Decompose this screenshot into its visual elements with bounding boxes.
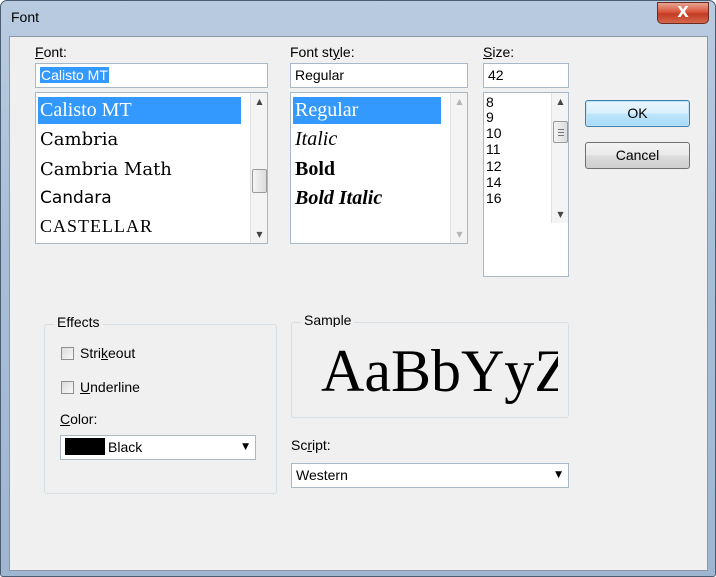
font-list-item-castellar[interactable]: CASTELLAR xyxy=(38,213,153,240)
font-label: Font: xyxy=(35,44,67,60)
size-input[interactable]: 42 xyxy=(483,63,569,88)
font-name-input-value: Calisto MT xyxy=(40,67,109,83)
effects-group xyxy=(44,324,277,494)
underline-checkbox[interactable] xyxy=(61,381,74,394)
script-label: Script: xyxy=(291,437,331,453)
size-item-10[interactable]: 10 xyxy=(486,126,502,140)
title-bar[interactable]: Font X xyxy=(1,1,715,35)
color-select[interactable]: Black ▼ xyxy=(60,435,256,460)
font-style-item-regular[interactable]: Regular xyxy=(293,97,441,124)
close-icon: X xyxy=(677,3,689,21)
size-item-14[interactable]: 14 xyxy=(486,175,502,189)
font-style-list-scrollbar[interactable]: ▲ ▼ xyxy=(450,93,467,243)
font-list-scrollbar[interactable]: ▲ ▼ xyxy=(250,93,267,243)
down-arrow-icon[interactable]: ▼ xyxy=(552,206,568,223)
size-list-scrollbar[interactable]: ▲ ▼ xyxy=(551,93,568,223)
font-style-input[interactable]: Regular xyxy=(290,63,468,88)
sample-preview: AaBbYyZz xyxy=(293,327,558,415)
up-arrow-icon[interactable]: ▲ xyxy=(251,93,267,110)
font-list-item-candara[interactable]: Candara xyxy=(38,185,112,212)
size-list[interactable]: 8 9 10 11 12 14 16 ▲ ▼ xyxy=(483,92,569,277)
dropdown-arrow-icon: ▼ xyxy=(242,442,249,452)
color-select-value: Black xyxy=(108,439,143,455)
font-style-item-italic[interactable]: Italic xyxy=(293,126,337,153)
font-list[interactable]: Calisto MT Cambria Cambria Math Candara … xyxy=(35,92,268,244)
strikeout-checkbox[interactable] xyxy=(61,347,74,360)
close-button[interactable]: X xyxy=(657,2,709,24)
size-item-9[interactable]: 9 xyxy=(486,110,494,124)
strikeout-label[interactable]: Strikeout xyxy=(80,345,135,361)
underline-label[interactable]: Underline xyxy=(80,379,140,395)
sample-text: AaBbYyZz xyxy=(321,338,558,404)
sample-group-title: Sample xyxy=(301,312,355,328)
color-label: Color: xyxy=(60,411,98,427)
font-dialog-window: Font X Font: Calisto MT Calisto MT Cambr… xyxy=(0,0,716,577)
font-list-item-calisto-mt[interactable]: Calisto MT xyxy=(38,97,241,124)
font-style-item-bold-italic[interactable]: Bold Italic xyxy=(293,185,382,212)
dialog-title: Font xyxy=(11,9,40,25)
up-arrow-icon[interactable]: ▲ xyxy=(552,93,568,110)
font-style-list[interactable]: Regular Italic Bold Bold Italic ▲ ▼ xyxy=(290,92,468,244)
scroll-thumb[interactable] xyxy=(252,169,267,193)
size-label: Size: xyxy=(483,44,515,60)
size-item-12[interactable]: 12 xyxy=(486,159,502,173)
color-swatch xyxy=(65,438,105,455)
font-list-item-cambria-math[interactable]: Cambria Math xyxy=(38,156,172,183)
cancel-button[interactable]: Cancel xyxy=(585,142,690,169)
size-item-16[interactable]: 16 xyxy=(486,191,502,205)
down-arrow-icon[interactable]: ▼ xyxy=(251,226,267,243)
font-list-item-cambria[interactable]: Cambria xyxy=(38,126,118,153)
dialog-client-area: Font: Calisto MT Calisto MT Cambria Camb… xyxy=(9,36,708,571)
size-item-11[interactable]: 11 xyxy=(486,142,501,156)
dropdown-arrow-icon: ▼ xyxy=(555,470,562,480)
size-item-8[interactable]: 8 xyxy=(486,95,494,109)
effects-group-title: Effects xyxy=(54,314,103,330)
font-name-input[interactable]: Calisto MT xyxy=(35,63,268,88)
ok-button[interactable]: OK xyxy=(585,100,690,127)
script-select-value: Western xyxy=(296,467,348,483)
scroll-thumb[interactable] xyxy=(553,121,568,143)
font-style-label: Font style: xyxy=(290,44,355,60)
script-select[interactable]: Western ▼ xyxy=(291,463,569,488)
font-style-item-bold[interactable]: Bold xyxy=(293,156,335,183)
up-arrow-icon[interactable]: ▲ xyxy=(451,93,467,110)
down-arrow-icon[interactable]: ▼ xyxy=(451,226,467,243)
